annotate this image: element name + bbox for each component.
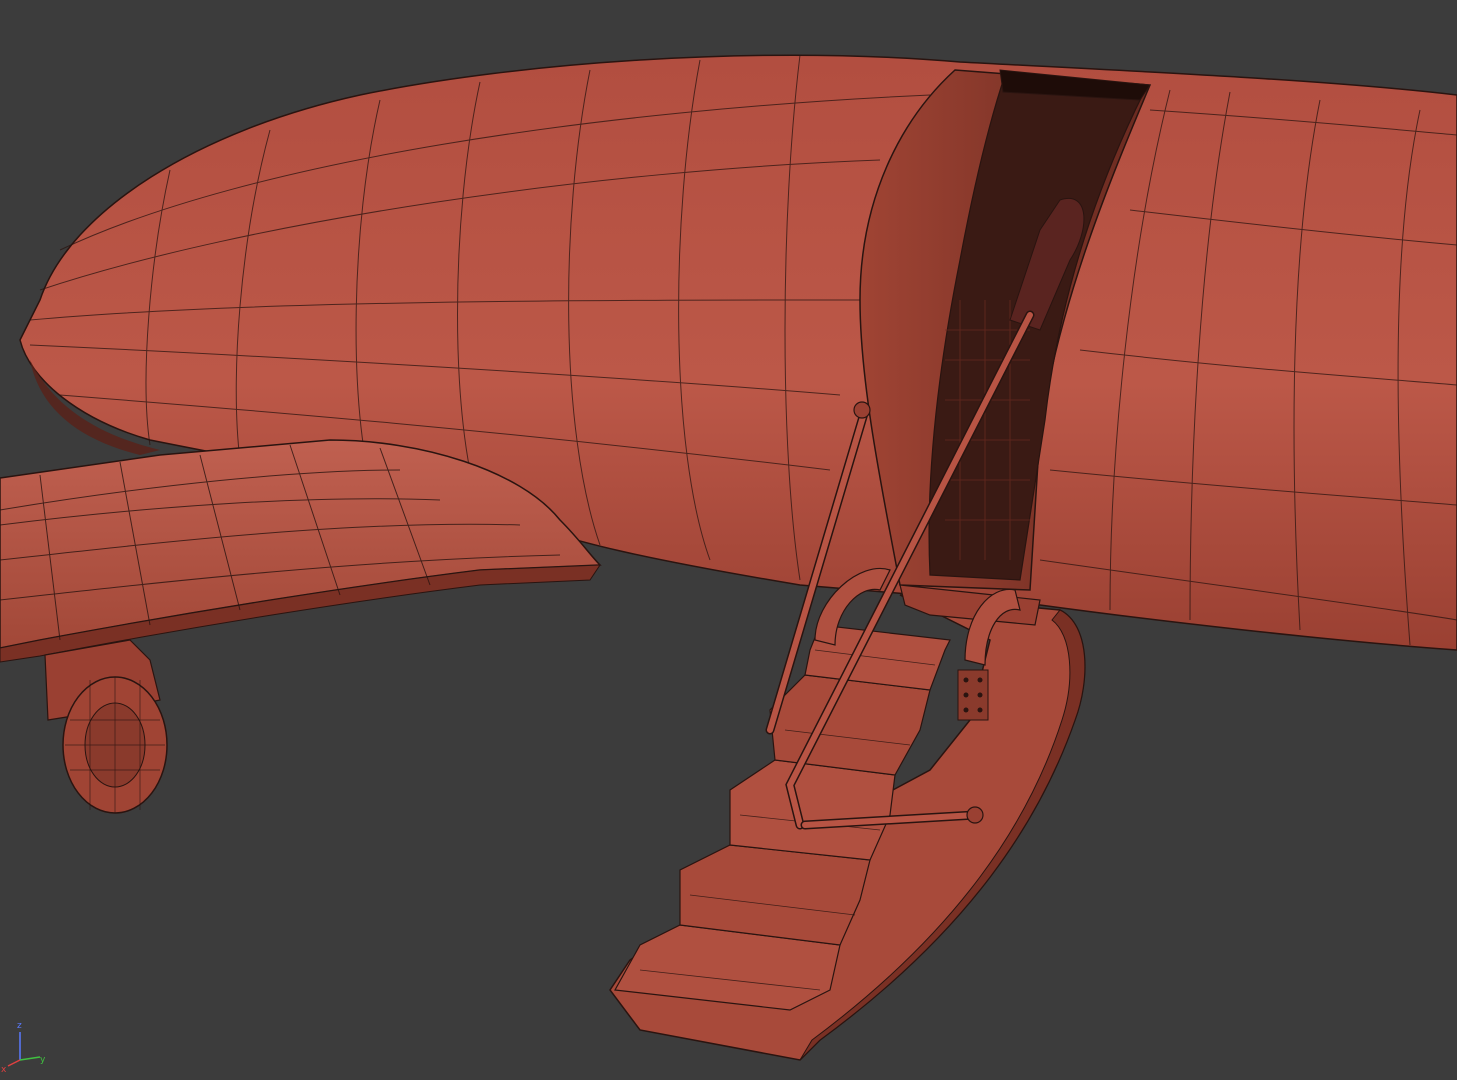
airstair-hinge-plate (957, 669, 989, 721)
z-axis-label: z (17, 1021, 22, 1031)
x-axis-label: x (1, 1065, 7, 1075)
y-axis-label: y (40, 1055, 46, 1065)
3d-viewport[interactable]: z x y (0, 0, 1457, 1080)
step-3 (729, 759, 896, 861)
y-axis-line (19, 1056, 41, 1061)
aircraft-model-scene (0, 54, 1457, 1061)
handrail-bottom-joint (966, 806, 984, 824)
step-4 (769, 674, 931, 776)
handrail-top-joint (853, 401, 871, 419)
x-axis-line (7, 1059, 21, 1067)
landing-gear (44, 639, 168, 814)
axis-gizmo: z x y (1, 1021, 46, 1075)
